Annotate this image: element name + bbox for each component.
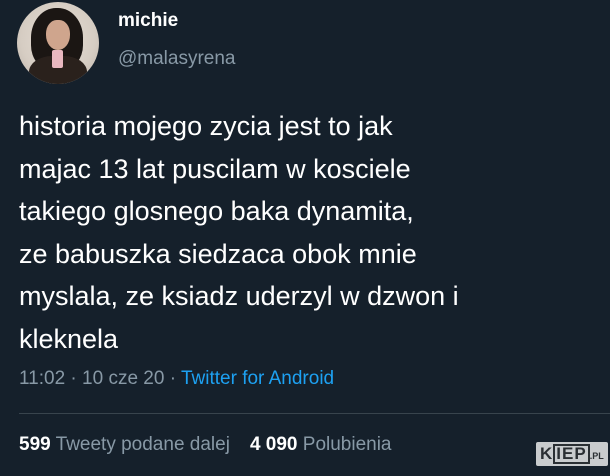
tweet-stats: 599 Tweety podane dalej 4 090 Polubienia [19,434,392,456]
author-display-name[interactable]: michie [118,10,178,32]
avatar-face [46,20,70,50]
retweets-stat[interactable]: 599 Tweety podane dalej [19,434,230,455]
tweet-text-line: takiego glosnego baka dynamita, [19,196,414,226]
retweets-label: Tweety podane dalej [55,434,230,455]
retweets-count: 599 [19,434,51,455]
tweet-text-line: myslala, ze ksiadz uderzyl w dzwon i [19,281,459,311]
avatar-phone [52,50,63,68]
tweet-text: historia mojego zycia jest to jak majac … [19,105,594,360]
watermark-suffix: .PL [589,451,604,461]
likes-count: 4 090 [249,434,298,455]
meta-separator: · [70,368,77,389]
tweet-text-line: kleknela [19,323,119,354]
tweet-time[interactable]: 11:02 [19,368,65,389]
likes-stat[interactable]: 4 090 Polubienia [250,434,392,455]
watermark-box: IEP [553,444,590,464]
avatar[interactable] [17,2,99,84]
tweet-date[interactable]: 10 cze 20 [82,368,164,389]
author-handle[interactable]: @malasyrena [118,48,236,70]
tweet-text-line: majac 13 lat puscilam w kosciele [19,153,411,184]
tweet-text-line: ze babuszka siedzaca obok mnie [19,238,417,269]
divider [19,413,610,414]
likes-label: Polubienia [302,434,392,455]
tweet-text-line: historia mojego zycia jest to jak [19,111,393,141]
tweet-source-link[interactable]: Twitter for Android [181,368,334,389]
watermark-letter: K [540,444,554,463]
kiep-watermark-logo: K IEP .PL [536,442,608,466]
tweet-meta: 11:02 · 10 cze 20 · Twitter for Android [19,368,334,390]
meta-separator: · [169,368,177,389]
tweet-card: michie @malasyrena historia mojego zycia… [0,0,610,476]
